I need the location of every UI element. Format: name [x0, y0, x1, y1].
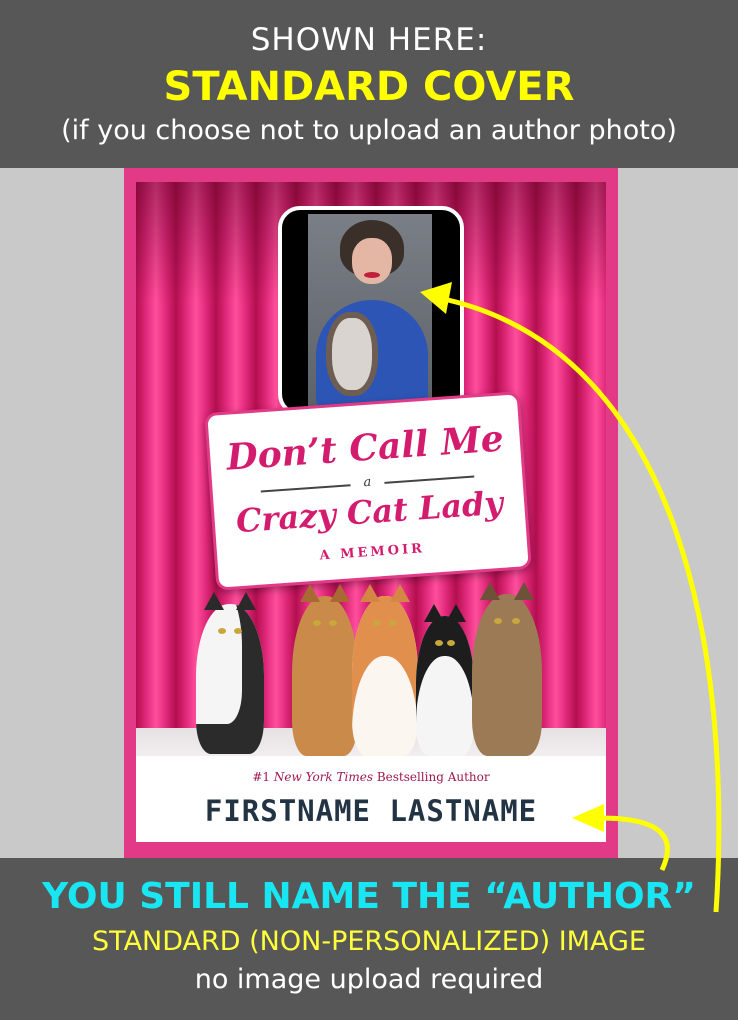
bestseller-tagline: #1 New York Times Bestselling Author: [136, 770, 606, 784]
author-photo: [308, 214, 432, 410]
top-banner-title: STANDARD COVER: [163, 64, 575, 110]
title-card: Don’t Call Me a Crazy Cat Lady A MEMOIR: [204, 391, 532, 591]
tagline-nyt: New York Times: [273, 770, 373, 784]
bottom-banner-title: YOU STILL NAME THE “AUTHOR”: [42, 876, 696, 917]
author-lips: [364, 272, 380, 278]
held-cat: [326, 312, 378, 396]
cat-orange-white: [352, 584, 418, 756]
cat-tuxedo: [416, 604, 474, 756]
top-banner: SHOWN HERE: STANDARD COVER (if you choos…: [0, 0, 738, 168]
bottom-banner-subtitle: STANDARD (NON-PERSONALIZED) IMAGE: [92, 926, 646, 957]
book-subtitle: A MEMOIR: [319, 541, 426, 564]
tagline-suffix: Bestselling Author: [376, 770, 490, 784]
bottom-banner-note: no image upload required: [194, 964, 544, 995]
bottom-banner: YOU STILL NAME THE “AUTHOR” STANDARD (NO…: [0, 858, 738, 1020]
author-photo-frame: [278, 206, 464, 416]
book-cover: Don’t Call Me a Crazy Cat Lady A MEMOIR …: [124, 168, 618, 858]
top-banner-note: (if you choose not to upload an author p…: [61, 115, 677, 146]
cat-tabby-brown: [472, 582, 542, 756]
top-banner-heading: SHOWN HERE:: [250, 22, 488, 58]
cat-black-white-1: [196, 592, 264, 754]
author-box: #1 New York Times Bestselling Author FIR…: [136, 756, 606, 842]
tagline-prefix: #1: [252, 770, 271, 784]
cat-tabby-orange: [292, 584, 358, 756]
author-name: FIRSTNAME LASTNAME: [204, 794, 538, 828]
